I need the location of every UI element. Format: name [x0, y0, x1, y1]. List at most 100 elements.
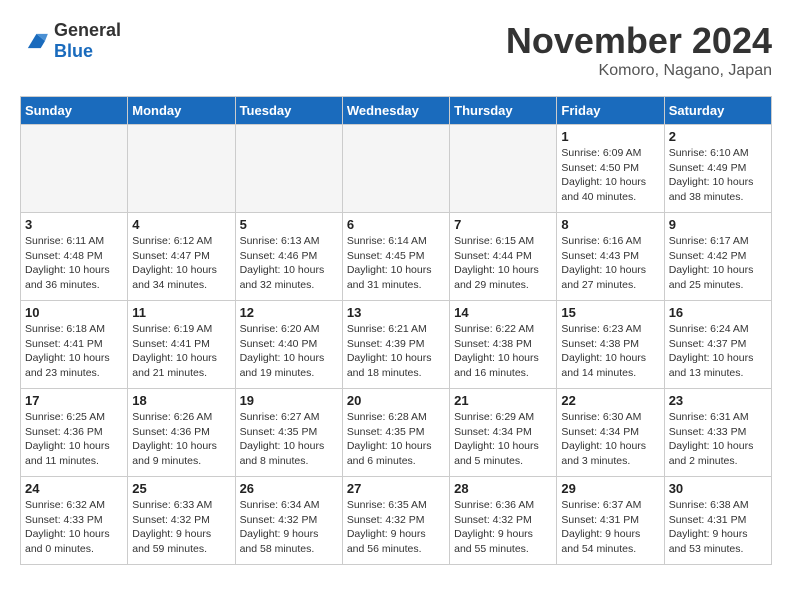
- calendar-cell: 5 Sunrise: 6:13 AMSunset: 4:46 PMDaylight…: [235, 213, 342, 301]
- day-info: Sunrise: 6:31 AMSunset: 4:33 PMDaylight:…: [669, 410, 767, 469]
- weekday-header-saturday: Saturday: [664, 97, 771, 125]
- day-info: Sunrise: 6:21 AMSunset: 4:39 PMDaylight:…: [347, 322, 445, 381]
- day-number: 7: [454, 217, 552, 232]
- day-info: Sunrise: 6:09 AMSunset: 4:50 PMDaylight:…: [561, 146, 659, 205]
- day-number: 17: [25, 393, 123, 408]
- day-info: Sunrise: 6:16 AMSunset: 4:43 PMDaylight:…: [561, 234, 659, 293]
- day-info: Sunrise: 6:33 AMSunset: 4:32 PMDaylight:…: [132, 498, 230, 557]
- day-number: 16: [669, 305, 767, 320]
- calendar-cell: 20 Sunrise: 6:28 AMSunset: 4:35 PMDayligh…: [342, 389, 449, 477]
- day-info: Sunrise: 6:38 AMSunset: 4:31 PMDaylight:…: [669, 498, 767, 557]
- day-info: Sunrise: 6:18 AMSunset: 4:41 PMDaylight:…: [25, 322, 123, 381]
- day-number: 25: [132, 481, 230, 496]
- calendar-cell: 1Sunrise: 6:09 AMSunset: 4:50 PMDaylight…: [557, 125, 664, 213]
- day-number: 12: [240, 305, 338, 320]
- day-number: 6: [347, 217, 445, 232]
- weekday-header-friday: Friday: [557, 97, 664, 125]
- week-row-4: 17 Sunrise: 6:25 AMSunset: 4:36 PMDayligh…: [21, 389, 772, 477]
- day-info: Sunrise: 6:28 AMSunset: 4:35 PMDaylight:…: [347, 410, 445, 469]
- day-number: 18: [132, 393, 230, 408]
- day-info: Sunrise: 6:20 AMSunset: 4:40 PMDaylight:…: [240, 322, 338, 381]
- page-header: General Blue November 2024 Komoro, Nagan…: [20, 20, 772, 80]
- weekday-header-row: SundayMondayTuesdayWednesdayThursdayFrid…: [21, 97, 772, 125]
- logo-icon: [20, 31, 50, 51]
- logo-blue: Blue: [54, 41, 93, 61]
- day-number: 13: [347, 305, 445, 320]
- weekday-header-wednesday: Wednesday: [342, 97, 449, 125]
- day-number: 19: [240, 393, 338, 408]
- calendar-cell: 26Sunrise: 6:34 AMSunset: 4:32 PMDayligh…: [235, 477, 342, 565]
- day-info: Sunrise: 6:17 AMSunset: 4:42 PMDaylight:…: [669, 234, 767, 293]
- day-number: 21: [454, 393, 552, 408]
- day-info: Sunrise: 6:12 AMSunset: 4:47 PMDaylight:…: [132, 234, 230, 293]
- calendar-cell: 25 Sunrise: 6:33 AMSunset: 4:32 PMDayligh…: [128, 477, 235, 565]
- day-number: 3: [25, 217, 123, 232]
- calendar-cell: 18 Sunrise: 6:26 AMSunset: 4:36 PMDayligh…: [128, 389, 235, 477]
- calendar-cell: 24 Sunrise: 6:32 AMSunset: 4:33 PMDayligh…: [21, 477, 128, 565]
- day-info: Sunrise: 6:26 AMSunset: 4:36 PMDaylight:…: [132, 410, 230, 469]
- day-info: Sunrise: 6:24 AMSunset: 4:37 PMDaylight:…: [669, 322, 767, 381]
- calendar-cell: 19 Sunrise: 6:27 AMSunset: 4:35 PMDayligh…: [235, 389, 342, 477]
- day-info: Sunrise: 6:22 AMSunset: 4:38 PMDaylight:…: [454, 322, 552, 381]
- day-info: Sunrise: 6:37 AMSunset: 4:31 PMDaylight:…: [561, 498, 659, 557]
- calendar-cell: 9 Sunrise: 6:17 AMSunset: 4:42 PMDaylight…: [664, 213, 771, 301]
- calendar-cell: [128, 125, 235, 213]
- calendar-table: SundayMondayTuesdayWednesdayThursdayFrid…: [20, 96, 772, 565]
- calendar-cell: 21Sunrise: 6:29 AMSunset: 4:34 PMDayligh…: [450, 389, 557, 477]
- day-number: 2: [669, 129, 767, 144]
- day-number: 5: [240, 217, 338, 232]
- week-row-1: 1Sunrise: 6:09 AMSunset: 4:50 PMDaylight…: [21, 125, 772, 213]
- week-row-2: 3Sunrise: 6:11 AMSunset: 4:48 PMDaylight…: [21, 213, 772, 301]
- calendar-cell: 8 Sunrise: 6:16 AMSunset: 4:43 PMDaylight…: [557, 213, 664, 301]
- day-number: 26: [240, 481, 338, 496]
- day-info: Sunrise: 6:10 AMSunset: 4:49 PMDaylight:…: [669, 146, 767, 205]
- week-row-3: 10 Sunrise: 6:18 AMSunset: 4:41 PMDayligh…: [21, 301, 772, 389]
- calendar-cell: 7 Sunrise: 6:15 AMSunset: 4:44 PMDaylight…: [450, 213, 557, 301]
- day-number: 29: [561, 481, 659, 496]
- calendar-cell: 4 Sunrise: 6:12 AMSunset: 4:47 PMDaylight…: [128, 213, 235, 301]
- calendar-cell: 10 Sunrise: 6:18 AMSunset: 4:41 PMDayligh…: [21, 301, 128, 389]
- day-number: 28: [454, 481, 552, 496]
- weekday-header-sunday: Sunday: [21, 97, 128, 125]
- day-info: Sunrise: 6:23 AMSunset: 4:38 PMDaylight:…: [561, 322, 659, 381]
- location-title: Komoro, Nagano, Japan: [506, 62, 772, 80]
- day-number: 11: [132, 305, 230, 320]
- calendar-cell: 15 Sunrise: 6:23 AMSunset: 4:38 PMDayligh…: [557, 301, 664, 389]
- day-number: 15: [561, 305, 659, 320]
- calendar-cell: 28 Sunrise: 6:36 AMSunset: 4:32 PMDayligh…: [450, 477, 557, 565]
- logo: General Blue: [20, 20, 121, 62]
- day-info: Sunrise: 6:15 AMSunset: 4:44 PMDaylight:…: [454, 234, 552, 293]
- day-info: Sunrise: 6:25 AMSunset: 4:36 PMDaylight:…: [25, 410, 123, 469]
- day-number: 4: [132, 217, 230, 232]
- month-title: November 2024: [506, 20, 772, 62]
- day-number: 10: [25, 305, 123, 320]
- weekday-header-monday: Monday: [128, 97, 235, 125]
- calendar-cell: 17 Sunrise: 6:25 AMSunset: 4:36 PMDayligh…: [21, 389, 128, 477]
- day-info: Sunrise: 6:19 AMSunset: 4:41 PMDaylight:…: [132, 322, 230, 381]
- day-number: 27: [347, 481, 445, 496]
- day-number: 23: [669, 393, 767, 408]
- weekday-header-tuesday: Tuesday: [235, 97, 342, 125]
- calendar-cell: 11 Sunrise: 6:19 AMSunset: 4:41 PMDayligh…: [128, 301, 235, 389]
- day-number: 8: [561, 217, 659, 232]
- calendar-cell: 14Sunrise: 6:22 AMSunset: 4:38 PMDayligh…: [450, 301, 557, 389]
- calendar-cell: [342, 125, 449, 213]
- week-row-5: 24 Sunrise: 6:32 AMSunset: 4:33 PMDayligh…: [21, 477, 772, 565]
- calendar-cell: [450, 125, 557, 213]
- calendar-cell: [21, 125, 128, 213]
- calendar-cell: 6Sunrise: 6:14 AMSunset: 4:45 PMDaylight…: [342, 213, 449, 301]
- title-area: November 2024 Komoro, Nagano, Japan: [506, 20, 772, 80]
- day-info: Sunrise: 6:13 AMSunset: 4:46 PMDaylight:…: [240, 234, 338, 293]
- day-info: Sunrise: 6:27 AMSunset: 4:35 PMDaylight:…: [240, 410, 338, 469]
- calendar-cell: 2 Sunrise: 6:10 AMSunset: 4:49 PMDaylight…: [664, 125, 771, 213]
- calendar-cell: 12 Sunrise: 6:20 AMSunset: 4:40 PMDayligh…: [235, 301, 342, 389]
- day-number: 30: [669, 481, 767, 496]
- day-info: Sunrise: 6:36 AMSunset: 4:32 PMDaylight:…: [454, 498, 552, 557]
- day-info: Sunrise: 6:35 AMSunset: 4:32 PMDaylight:…: [347, 498, 445, 557]
- calendar-cell: 29 Sunrise: 6:37 AMSunset: 4:31 PMDayligh…: [557, 477, 664, 565]
- day-info: Sunrise: 6:32 AMSunset: 4:33 PMDaylight:…: [25, 498, 123, 557]
- day-number: 24: [25, 481, 123, 496]
- day-number: 9: [669, 217, 767, 232]
- calendar-cell: 23 Sunrise: 6:31 AMSunset: 4:33 PMDayligh…: [664, 389, 771, 477]
- day-number: 20: [347, 393, 445, 408]
